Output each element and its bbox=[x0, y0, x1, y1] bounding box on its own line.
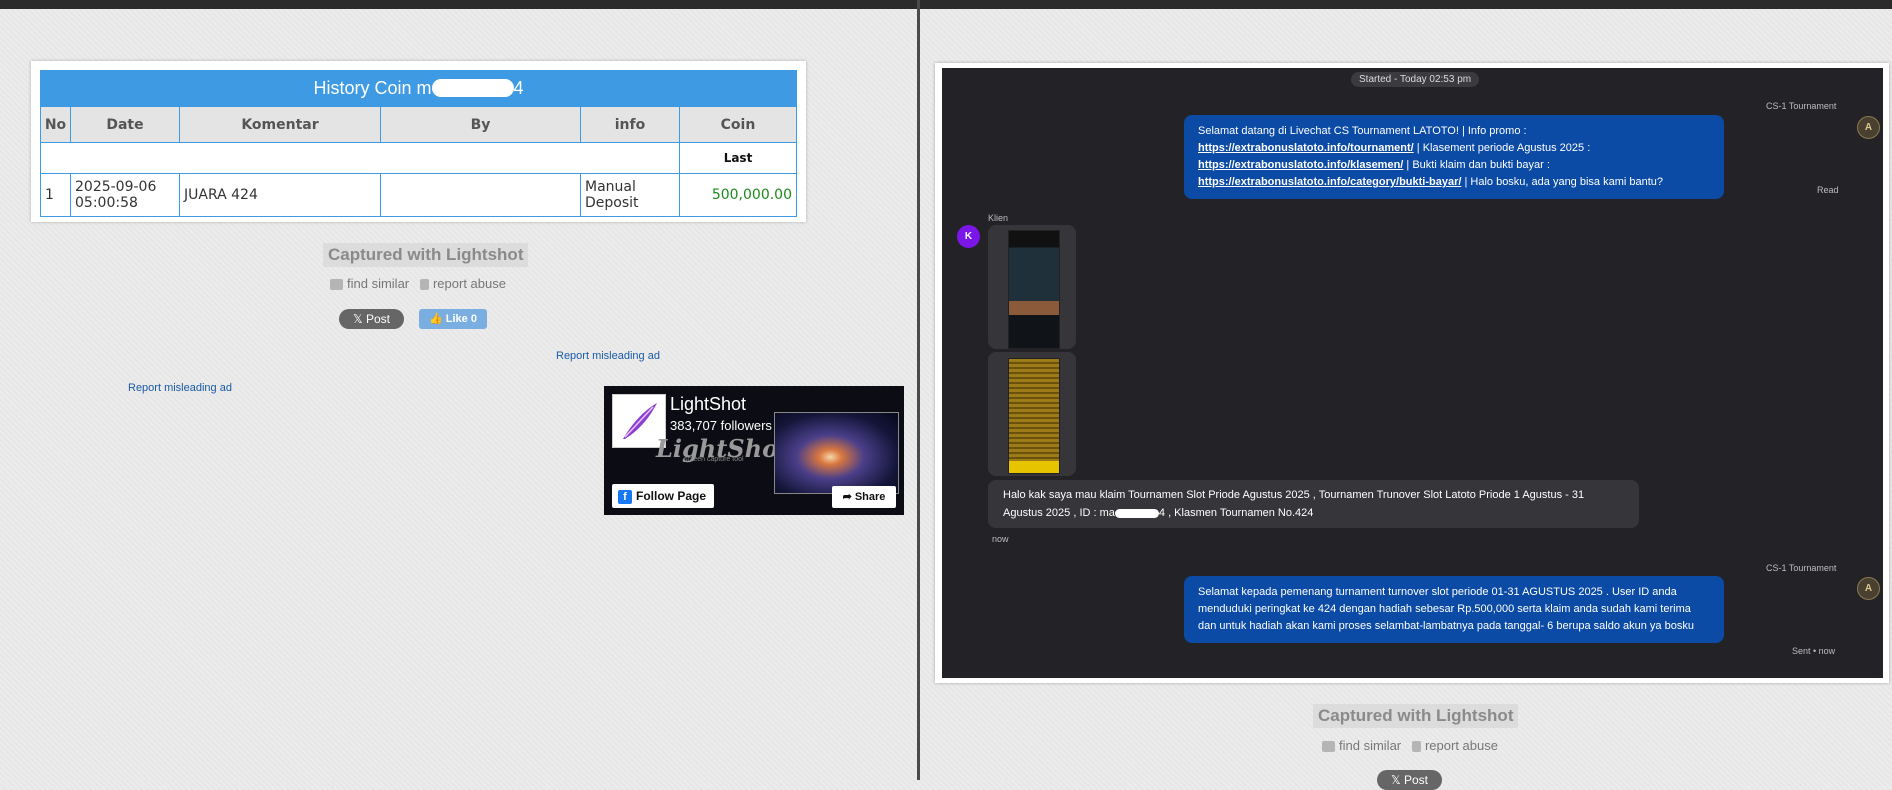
cell-date: 2025-09-06 05:00:58 bbox=[70, 173, 180, 217]
col-header-date: Date bbox=[70, 106, 180, 143]
redaction-mask bbox=[431, 78, 514, 97]
fb-page-name[interactable]: LightShot bbox=[670, 394, 746, 415]
cell-no: 1 bbox=[40, 173, 71, 217]
find-similar-link[interactable]: find similar bbox=[1339, 738, 1401, 753]
agent-avatar: A bbox=[1857, 116, 1880, 139]
share-button[interactable]: ➦ Share bbox=[832, 486, 896, 508]
camera-icon bbox=[330, 279, 343, 291]
promo-link[interactable]: https://extrabonuslatoto.info/tournament… bbox=[1198, 142, 1414, 154]
lightshot-links: find similar report abuse bbox=[330, 276, 506, 291]
agent-name: CS-1 Tournament bbox=[1766, 101, 1837, 111]
cell-komentar: JUARA 424 bbox=[179, 173, 381, 217]
history-screenshot: History Coin m4 No Date Komentar By info… bbox=[31, 61, 806, 222]
image-attachment[interactable] bbox=[988, 352, 1076, 476]
chat-panel: Started - Today 02:53 pm CS-1 Tournament… bbox=[942, 68, 1883, 678]
report-abuse-link[interactable]: report abuse bbox=[1425, 738, 1498, 753]
message-time: now bbox=[992, 534, 1009, 544]
client-message: Halo kak saya mau klaim Tournamen Slot P… bbox=[988, 480, 1639, 528]
table-row: 1 2025-09-06 05:00:58 JUARA 424 Manual Dep… bbox=[40, 173, 797, 217]
sent-status: Sent • now bbox=[1792, 646, 1836, 656]
col-header-by: By bbox=[380, 106, 581, 143]
col-header-komentar: Komentar bbox=[179, 106, 381, 143]
follow-page-button[interactable]: f Follow Page bbox=[612, 484, 714, 508]
redaction-mask bbox=[1114, 508, 1159, 518]
cell-coin: 500,000.00 bbox=[679, 173, 797, 217]
col-header-info: info bbox=[580, 106, 680, 143]
x-icon: 𝕏 bbox=[1390, 773, 1401, 787]
facebook-page-widget: LightShot 383,707 followers LightShot sc… bbox=[604, 386, 904, 515]
find-similar-link[interactable]: find similar bbox=[347, 276, 409, 291]
col-header-no: No bbox=[40, 106, 71, 143]
last-label: Last bbox=[679, 142, 797, 174]
history-table: No Date Komentar By info Coin Last 1 202… bbox=[40, 106, 797, 217]
last-row-spacer bbox=[40, 142, 680, 174]
captured-label: Captured with Lightshot bbox=[1313, 704, 1519, 728]
x-icon: 𝕏 bbox=[352, 312, 363, 326]
cover-image bbox=[774, 412, 899, 494]
share-icon: ➦ bbox=[842, 491, 852, 503]
flag-icon bbox=[1411, 741, 1421, 753]
lightshot-links: find similar report abuse bbox=[1322, 738, 1498, 753]
agent-message: Selamat kepada pemenang turnament turnov… bbox=[1184, 576, 1724, 643]
browser-top-bar bbox=[0, 0, 1892, 9]
report-ad-link[interactable]: Report misleading ad bbox=[128, 382, 232, 394]
report-abuse-link[interactable]: report abuse bbox=[433, 276, 506, 291]
facebook-icon: f bbox=[618, 489, 632, 504]
screenshot-thumbnail bbox=[1008, 230, 1060, 349]
read-status: Read bbox=[1817, 185, 1839, 195]
x-post-button[interactable]: 𝕏 Post bbox=[339, 309, 404, 329]
klasemen-link[interactable]: https://extrabonuslatoto.info/klasemen/ bbox=[1198, 159, 1403, 171]
history-title: History Coin m4 bbox=[40, 70, 797, 106]
report-ad-link[interactable]: Report misleading ad bbox=[556, 350, 660, 362]
bukti-link[interactable]: https://extrabonuslatoto.info/category/b… bbox=[1198, 176, 1461, 188]
lightshot-subtitle: screen capture tool bbox=[684, 456, 744, 463]
fb-like-button[interactable]: 👍 Like 0 bbox=[419, 309, 487, 329]
screenshot-thumbnail bbox=[1008, 358, 1060, 474]
chat-screenshot: Started - Today 02:53 pm CS-1 Tournament… bbox=[935, 63, 1889, 683]
col-header-coin: Coin bbox=[679, 106, 797, 143]
agent-name: CS-1 Tournament bbox=[1766, 563, 1837, 573]
camera-icon bbox=[1322, 741, 1335, 753]
captured-label: Captured with Lightshot bbox=[323, 243, 529, 267]
client-avatar: K bbox=[957, 225, 980, 248]
cell-info: Manual Deposit bbox=[580, 173, 680, 217]
split-divider[interactable] bbox=[917, 0, 920, 780]
flag-icon bbox=[419, 279, 429, 291]
client-name: Klien bbox=[988, 213, 1009, 223]
cell-by bbox=[380, 173, 581, 217]
agent-message: Selamat datang di Livechat CS Tournament… bbox=[1184, 115, 1724, 199]
fb-followers: 383,707 followers bbox=[670, 418, 772, 433]
image-attachment[interactable] bbox=[988, 225, 1076, 349]
agent-avatar: A bbox=[1857, 577, 1880, 600]
chat-started-label: Started - Today 02:53 pm bbox=[1351, 72, 1480, 87]
x-post-button[interactable]: 𝕏 Post bbox=[1377, 770, 1442, 790]
thumbs-up-icon: 👍 bbox=[429, 313, 443, 325]
